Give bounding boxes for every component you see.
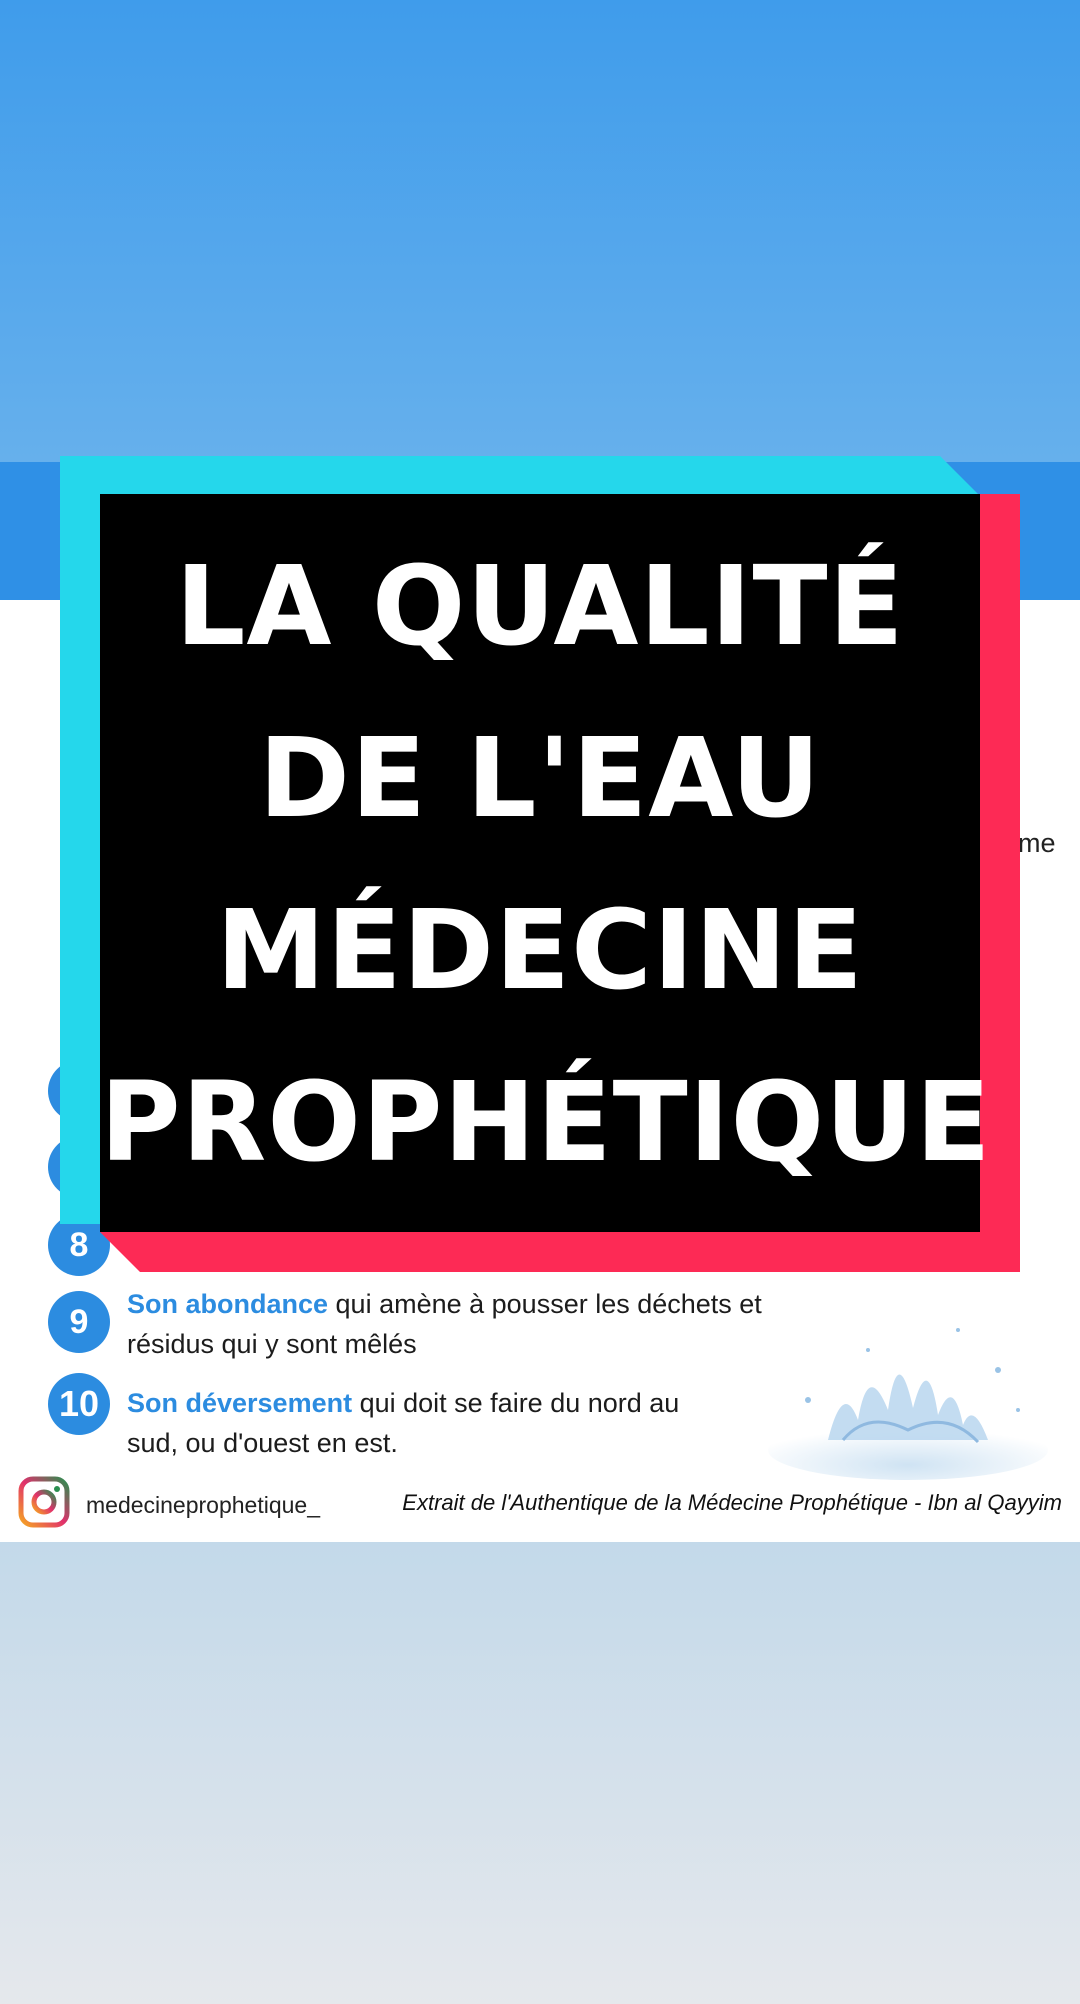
item-highlight: Son déversement bbox=[127, 1388, 353, 1418]
instagram-icon[interactable] bbox=[18, 1476, 70, 1528]
source-credit: Extrait de l'Authentique de la Médecine … bbox=[402, 1490, 1062, 1515]
item-number-badge: 10 bbox=[48, 1373, 110, 1435]
instagram-handle[interactable]: medecineprophetique_ bbox=[86, 1492, 320, 1519]
item-highlight: Son abondance bbox=[127, 1289, 329, 1319]
title-line-1: LA QUALITÉ bbox=[175, 542, 905, 670]
title-line-2: DE L'EAU bbox=[258, 714, 822, 842]
water-splash-image bbox=[768, 1328, 1048, 1480]
bottom-background bbox=[0, 1542, 1080, 2004]
item-text: sud, ou d'ouest en est. bbox=[127, 1428, 398, 1458]
list-item: Son déversement qui doit se faire du nor… bbox=[127, 1383, 679, 1463]
top-background bbox=[0, 0, 1080, 462]
item-number-badge: 9 bbox=[48, 1291, 110, 1353]
item-text: résidus qui y sont mêlés bbox=[127, 1329, 417, 1359]
title-line-4: PROPHÉTIQUE bbox=[100, 1058, 992, 1186]
title-line-3: MÉDECINE bbox=[216, 886, 864, 1014]
list-item: Son abondance qui amène à pousser les dé… bbox=[127, 1284, 762, 1364]
item-text: qui amène à pousser les déchets et bbox=[328, 1289, 762, 1319]
item-text: qui doit se faire du nord au bbox=[352, 1388, 680, 1418]
partial-background-text: me bbox=[1018, 828, 1056, 858]
